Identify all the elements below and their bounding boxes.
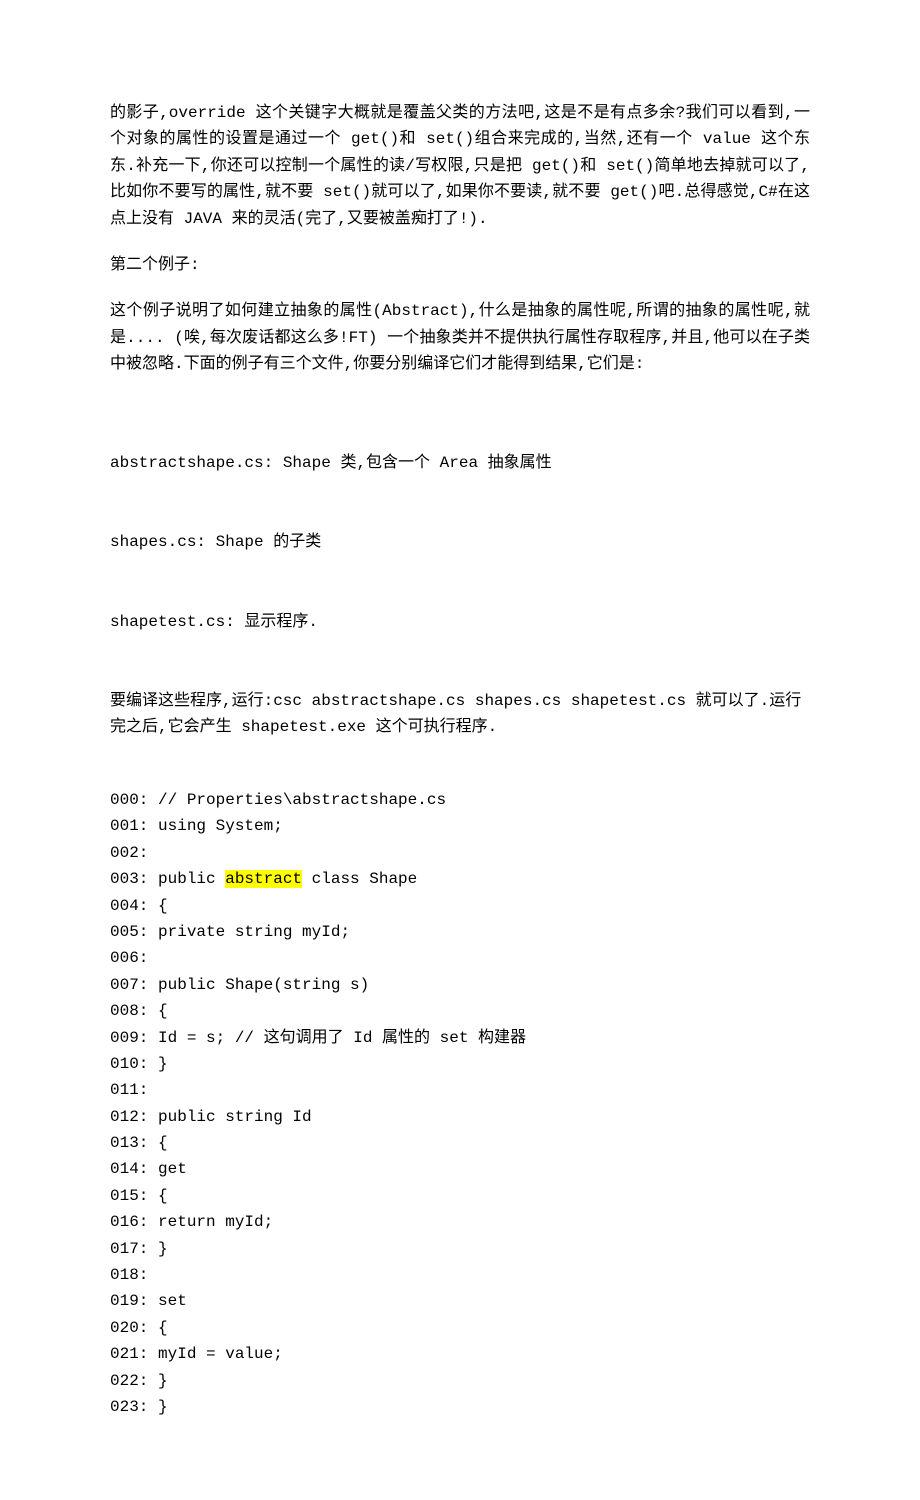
code-line: 001: using System; (110, 813, 810, 839)
code-line: 014: get (110, 1156, 810, 1182)
file-list-item: abstractshape.cs: Shape 类,包含一个 Area 抽象属性 (110, 450, 810, 476)
file-list-block: abstractshape.cs: Shape 类,包含一个 Area 抽象属性… (110, 398, 810, 767)
code-line: 005: private string myId; (110, 919, 810, 945)
code-line: 018: (110, 1262, 810, 1288)
code-line: 011: (110, 1077, 810, 1103)
code-line: 003: public abstract class Shape (110, 866, 810, 892)
code-line: 021: myId = value; (110, 1341, 810, 1367)
code-line: 023: } (110, 1394, 810, 1420)
code-line: 012: public string Id (110, 1104, 810, 1130)
code-line: 016: return myId; (110, 1209, 810, 1235)
code-line: 020: { (110, 1315, 810, 1341)
code-line: 008: { (110, 998, 810, 1024)
paragraph-3: 这个例子说明了如何建立抽象的属性(Abstract),什么是抽象的属性呢,所谓的… (110, 298, 810, 377)
paragraph-2: 第二个例子: (110, 252, 810, 278)
file-list-item: 要编译这些程序,运行:csc abstractshape.cs shapes.c… (110, 688, 810, 741)
file-list-item: shapes.cs: Shape 的子类 (110, 529, 810, 555)
code-line: 002: (110, 840, 810, 866)
code-line: 015: { (110, 1183, 810, 1209)
file-list-item: shapetest.cs: 显示程序. (110, 609, 810, 635)
code-line: 017: } (110, 1236, 810, 1262)
code-line: 000: // Properties\abstractshape.cs (110, 787, 810, 813)
code-line: 004: { (110, 893, 810, 919)
paragraph-1: 的影子,override 这个关键字大概就是覆盖父类的方法吧,这是不是有点多余?… (110, 100, 810, 232)
code-block-abstractshape: 000: // Properties\abstractshape.cs001: … (110, 787, 810, 1420)
highlighted-keyword: abstract (225, 870, 302, 888)
code-line: 007: public Shape(string s) (110, 972, 810, 998)
code-line: 022: } (110, 1368, 810, 1394)
code-line: 010: } (110, 1051, 810, 1077)
code-line: 013: { (110, 1130, 810, 1156)
code-line: 006: (110, 945, 810, 971)
code-line: 009: Id = s; // 这句调用了 Id 属性的 set 构建器 (110, 1025, 810, 1051)
